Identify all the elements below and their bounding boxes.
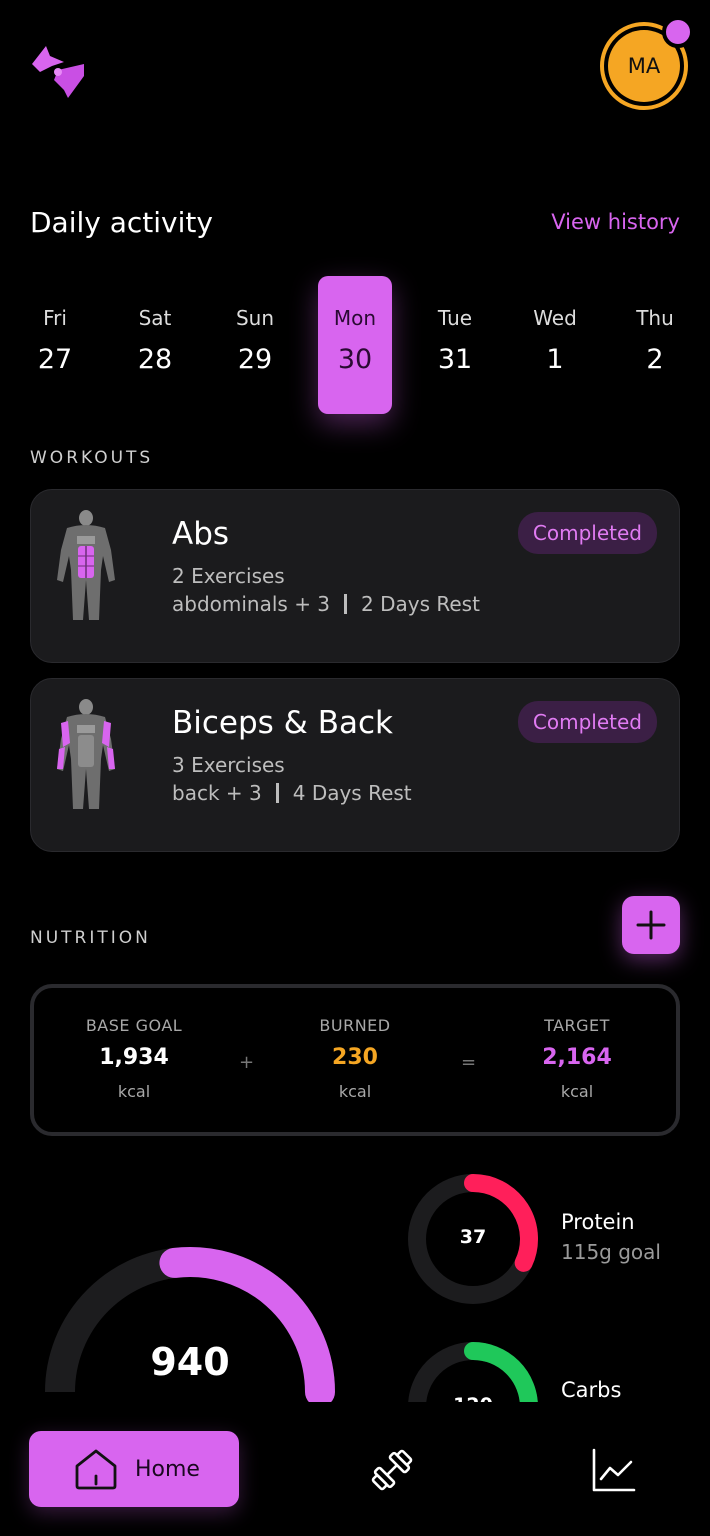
workout-exercise-count: 3 Exercises bbox=[172, 753, 285, 777]
day-thu[interactable]: Thu 2 bbox=[618, 276, 692, 414]
day-name: Wed bbox=[533, 306, 577, 330]
view-history-link[interactable]: View history bbox=[551, 210, 680, 234]
base-goal-label: BASE GOAL bbox=[85, 1016, 183, 1035]
day-name: Tue bbox=[437, 306, 473, 330]
target-label: TARGET bbox=[544, 1016, 610, 1035]
base-goal-unit: kcal bbox=[117, 1082, 151, 1101]
day-name: Fri bbox=[43, 306, 67, 330]
protein-label: Protein bbox=[561, 1210, 635, 1234]
status-badge: Completed bbox=[517, 512, 657, 554]
chart-icon[interactable] bbox=[590, 1446, 638, 1494]
target-value: 2,164 bbox=[542, 1045, 612, 1070]
day-fri[interactable]: Fri 27 bbox=[18, 276, 92, 414]
workout-rest: 2 Days Rest bbox=[361, 592, 480, 616]
meta-separator bbox=[275, 783, 279, 803]
app-logo-icon bbox=[32, 46, 84, 98]
base-goal: BASE GOAL 1,934 kcal bbox=[44, 1016, 224, 1101]
notification-dot bbox=[662, 16, 694, 48]
day-number: 29 bbox=[237, 344, 273, 375]
day-number: 27 bbox=[37, 344, 73, 375]
day-number: 31 bbox=[437, 344, 473, 375]
workout-rest: 4 Days Rest bbox=[292, 781, 412, 805]
nav-home-label: Home bbox=[135, 1456, 200, 1482]
workout-title: Abs bbox=[172, 516, 230, 552]
protein-goal: 115g goal bbox=[561, 1240, 661, 1264]
biceps-muscle-figure-icon bbox=[57, 699, 115, 809]
workout-card-biceps-back[interactable]: Biceps & Back 3 Exercises back + 3 4 Days… bbox=[30, 678, 680, 852]
base-goal-value: 1,934 bbox=[99, 1045, 169, 1070]
daily-activity-title: Daily activity bbox=[30, 206, 213, 239]
plus-icon bbox=[636, 910, 666, 940]
target: TARGET 2,164 kcal bbox=[487, 1016, 667, 1101]
calorie-summary: BASE GOAL 1,934 kcal + BURNED 230 kcal =… bbox=[30, 984, 680, 1136]
meta-separator bbox=[344, 594, 348, 614]
burned-value: 230 bbox=[332, 1045, 378, 1070]
add-nutrition-button[interactable] bbox=[622, 896, 680, 954]
target-unit: kcal bbox=[560, 1082, 594, 1101]
day-name: Sat bbox=[138, 306, 172, 330]
workout-meta: back + 3 4 Days Rest bbox=[172, 781, 412, 805]
protein-value: 37 bbox=[459, 1226, 487, 1248]
workout-title: Biceps & Back bbox=[172, 705, 393, 741]
status-badge: Completed bbox=[517, 701, 657, 743]
workouts-label: WORKOUTS bbox=[30, 448, 154, 468]
day-number: 30 bbox=[337, 344, 373, 375]
day-name: Mon bbox=[333, 306, 377, 330]
workout-exercise-count: 2 Exercises bbox=[172, 564, 285, 588]
day-number: 2 bbox=[646, 344, 664, 375]
workout-muscles: back + 3 bbox=[172, 781, 262, 805]
burned-unit: kcal bbox=[338, 1082, 372, 1101]
day-name: Sun bbox=[235, 306, 275, 330]
calorie-gauge bbox=[45, 1247, 335, 1407]
workout-muscles: abdominals + 3 bbox=[172, 592, 331, 616]
day-selector: Fri 27 Sat 28 Sun 29 Mon 30 Tue 31 Wed 1… bbox=[18, 276, 692, 416]
day-tue[interactable]: Tue 31 bbox=[418, 276, 492, 414]
equals-operator: = bbox=[461, 1052, 477, 1073]
bottom-nav: Home bbox=[0, 1402, 710, 1536]
home-icon bbox=[75, 1449, 117, 1490]
workout-meta: abdominals + 3 2 Days Rest bbox=[172, 592, 480, 616]
day-name: Thu bbox=[636, 306, 674, 330]
nav-home-button[interactable]: Home bbox=[29, 1431, 239, 1507]
carbs-label: Carbs bbox=[561, 1378, 622, 1402]
calorie-value: 940 bbox=[150, 1340, 230, 1384]
day-sat[interactable]: Sat 28 bbox=[118, 276, 192, 414]
nutrition-label: NUTRITION bbox=[30, 928, 151, 948]
burned-label: BURNED bbox=[319, 1016, 391, 1035]
day-number: 1 bbox=[546, 344, 564, 375]
day-sun[interactable]: Sun 29 bbox=[218, 276, 292, 414]
plus-operator: + bbox=[239, 1052, 255, 1073]
dumbbell-icon[interactable] bbox=[368, 1446, 416, 1494]
day-wed[interactable]: Wed 1 bbox=[518, 276, 592, 414]
abs-muscle-figure-icon bbox=[57, 510, 115, 620]
day-mon-selected[interactable]: Mon 30 bbox=[318, 276, 392, 414]
burned: BURNED 230 kcal bbox=[265, 1016, 445, 1101]
workout-card-abs[interactable]: Abs 2 Exercises abdominals + 3 2 Days Res… bbox=[30, 489, 680, 663]
day-number: 28 bbox=[137, 344, 173, 375]
protein-ring-progress bbox=[464, 1174, 538, 1272]
